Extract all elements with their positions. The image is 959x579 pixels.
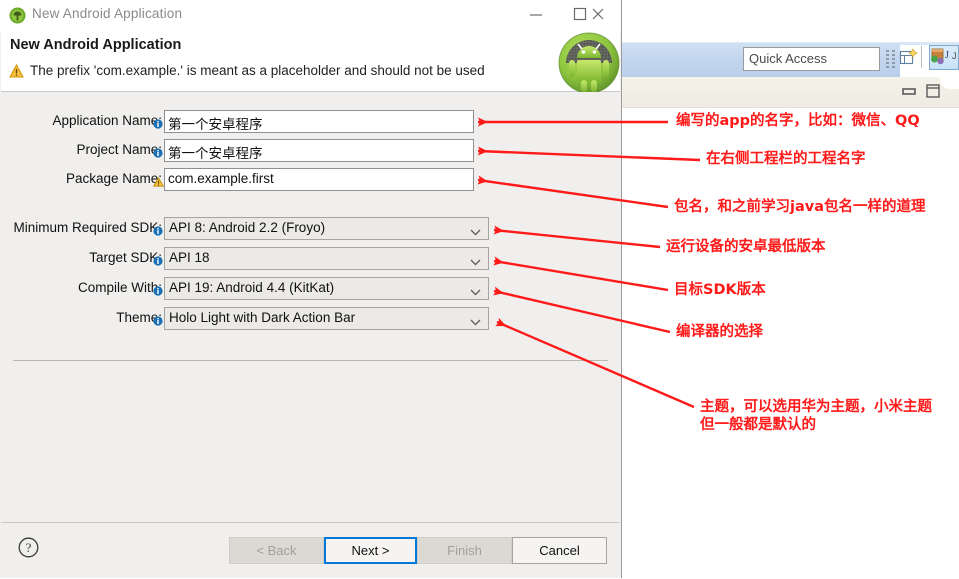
target-sdk-label: Target SDK: — [89, 250, 162, 265]
chevron-down-icon[interactable] — [470, 284, 481, 296]
field-row-compile-with: Compile With: API 19: Android 4.4 (KitKa… — [1, 277, 501, 301]
toolbar-grip-handle[interactable] — [886, 50, 889, 68]
annotation-text-target-sdk: 目标SDK版本 — [674, 282, 766, 298]
view-maximize-icon[interactable] — [926, 84, 942, 103]
dialog-footer: ? < Back Next > Finish Cancel — [1, 522, 620, 578]
info-icon[interactable] — [153, 313, 163, 326]
minimum-required-sdk-select[interactable]: API 8: Android 2.2 (Froyo) — [164, 217, 489, 240]
toolbar-separator — [921, 46, 922, 68]
info-icon[interactable] — [153, 145, 163, 158]
warning-icon[interactable] — [152, 174, 165, 187]
field-row-target-sdk: Target SDK: API 18 — [1, 247, 501, 271]
form-separator — [13, 360, 608, 361]
compile-with-select[interactable]: API 19: Android 4.4 (KitKat) — [164, 277, 489, 300]
new-android-application-dialog: New Android Application New Android Appl… — [0, 0, 622, 578]
annotation-text-compile-with: 编译器的选择 — [676, 324, 763, 340]
cancel-button[interactable]: Cancel — [512, 537, 607, 564]
chevron-down-icon[interactable] — [470, 254, 481, 266]
field-row-minimum-required-sdk: Minimum Required SDK: API 8: Android 2.2… — [1, 217, 501, 241]
dialog-warning-message: The prefix 'com.example.' is meant as a … — [30, 63, 485, 78]
info-icon[interactable] — [153, 283, 163, 296]
theme-value: Holo Light with Dark Action Bar — [169, 310, 356, 325]
package-name-input[interactable]: com.example.first — [164, 168, 474, 191]
annotation-text-theme: 主题，可以选用华为主题，小米主题 但一般都是默认的 — [700, 398, 932, 434]
open-perspective-icon[interactable] — [899, 48, 918, 67]
finish-button[interactable]: Finish — [417, 537, 512, 564]
dialog-close-button[interactable] — [583, 4, 613, 26]
annotation-text-theme-line2: 但一般都是默认的 — [700, 417, 816, 433]
target-sdk-value: API 18 — [169, 250, 210, 265]
warning-triangle-icon — [9, 63, 24, 78]
compile-with-label: Compile With: — [77, 280, 162, 295]
next-button[interactable]: Next > — [324, 537, 417, 564]
eclipse-titlebar — [620, 0, 959, 36]
dialog-form-area: Application Name: 第一个安卓程序 Project Name: … — [1, 92, 620, 522]
target-sdk-select[interactable]: API 18 — [164, 247, 489, 270]
chevron-down-icon[interactable] — [470, 224, 481, 236]
dialog-heading: New Android Application — [10, 37, 182, 53]
compile-with-value: API 19: Android 4.4 (KitKat) — [169, 280, 335, 295]
back-button[interactable]: < Back — [229, 537, 324, 564]
svg-text:J: J — [945, 50, 949, 61]
annotation-text-theme-line1: 主题，可以选用华为主题，小米主题 — [700, 399, 932, 415]
field-row-package-name: Package Name: com.example.first — [1, 168, 501, 192]
annotation-text-project-name: 在右侧工程栏的工程名字 — [706, 151, 866, 167]
annotation-text-application-name: 编写的app的名字，比如：微信、QQ — [676, 113, 920, 129]
application-name-input[interactable]: 第一个安卓程序 — [164, 110, 474, 133]
package-name-label: Package Name: — [65, 171, 162, 186]
application-name-label: Application Name: — [52, 113, 162, 128]
dialog-title: New Android Application — [32, 6, 183, 21]
field-row-project-name: Project Name: 第一个安卓程序 — [1, 139, 501, 163]
chevron-down-icon[interactable] — [470, 314, 481, 326]
java-perspective-button[interactable]: J J — [929, 45, 959, 70]
minimum-required-sdk-label: Minimum Required SDK: — [13, 220, 162, 235]
view-minimize-icon[interactable] — [902, 85, 918, 103]
theme-label: Theme: — [116, 310, 162, 325]
svg-text:J: J — [952, 51, 957, 61]
theme-select[interactable]: Holo Light with Dark Action Bar — [164, 307, 489, 330]
android-robot-logo — [558, 32, 620, 94]
field-row-theme: Theme: Holo Light with Dark Action Bar — [1, 307, 501, 331]
question-mark-icon[interactable]: ? — [18, 537, 39, 558]
info-icon[interactable] — [153, 116, 163, 129]
info-icon[interactable] — [153, 253, 163, 266]
svg-text:?: ? — [26, 540, 32, 555]
toolbar-grip-handle-2[interactable] — [892, 50, 895, 68]
minimum-required-sdk-value: API 8: Android 2.2 (Froyo) — [169, 220, 326, 235]
field-row-application-name: Application Name: 第一个安卓程序 — [1, 110, 501, 134]
dialog-minimize-button[interactable] — [521, 4, 551, 26]
android-head-icon — [9, 7, 26, 24]
quick-access-input[interactable]: Quick Access — [743, 47, 880, 71]
info-icon[interactable] — [153, 223, 163, 236]
project-name-input[interactable]: 第一个安卓程序 — [164, 139, 474, 162]
annotation-text-minimum-sdk: 运行设备的安卓最低版本 — [666, 239, 826, 255]
project-name-label: Project Name: — [76, 142, 162, 157]
dialog-titlebar: New Android Application — [0, 0, 621, 31]
annotation-text-package-name: 包名，和之前学习java包名一样的道理 — [674, 199, 926, 215]
